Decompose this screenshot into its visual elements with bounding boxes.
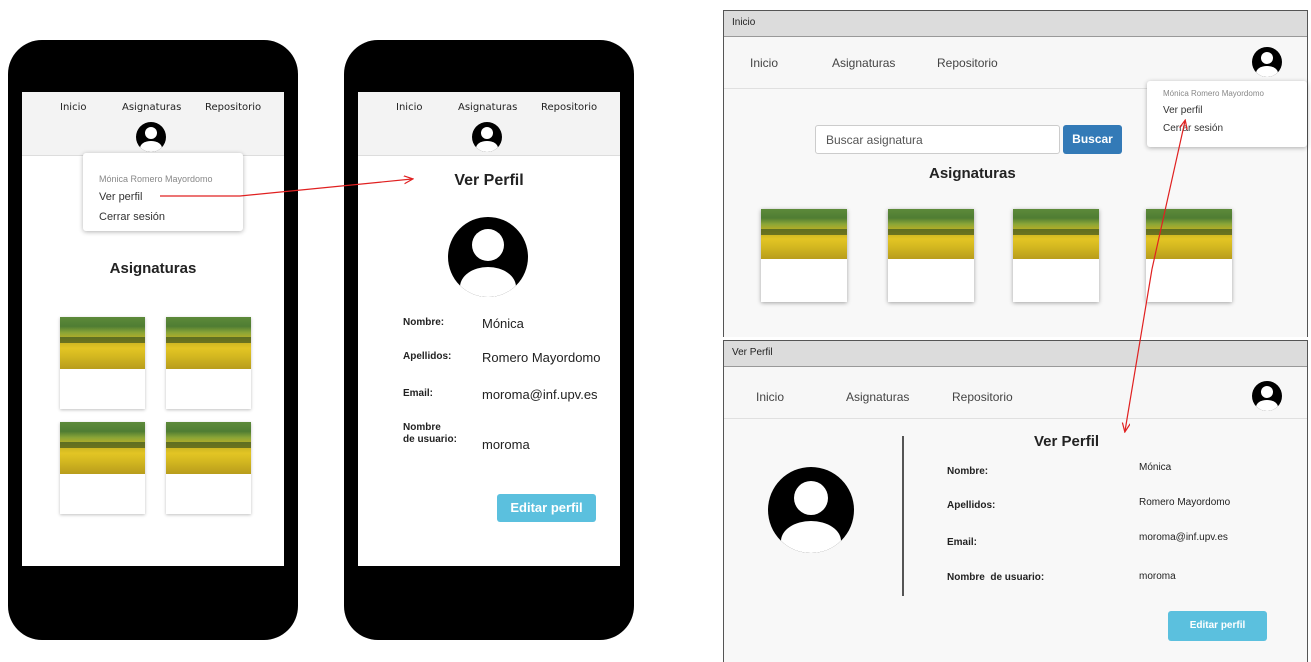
dropdown-cerrar-sesion[interactable]: Cerrar sesión	[1163, 123, 1223, 134]
subject-image	[166, 317, 251, 369]
user-dropdown: Mónica Romero Mayordomo Ver perfil Cerra…	[83, 153, 243, 231]
vertical-divider	[902, 436, 904, 596]
nav-inicio[interactable]: Inicio	[396, 102, 422, 113]
subject-image	[888, 209, 974, 259]
nav-asignaturas[interactable]: Asignaturas	[458, 102, 517, 113]
phone-right-screen: Inicio Asignaturas Repositorio Ver Perfi…	[358, 92, 620, 566]
nav-repositorio[interactable]: Repositorio	[952, 390, 1013, 404]
profile-avatar-icon	[448, 217, 528, 297]
dropdown-user-name: Mónica Romero Mayordomo	[99, 174, 213, 184]
subject-image	[60, 422, 145, 474]
phone-right-navbar: Inicio Asignaturas Repositorio	[358, 92, 620, 156]
desktop-perfil-navbar: Inicio Asignaturas Repositorio	[724, 367, 1307, 419]
subject-card[interactable]	[166, 422, 251, 514]
nav-asignaturas[interactable]: Asignaturas	[832, 56, 895, 70]
search-placeholder: Buscar asignatura	[826, 133, 923, 147]
field-value-nombre: Mónica	[482, 316, 524, 331]
window-title: Inicio	[724, 11, 1307, 37]
subject-image	[60, 317, 145, 369]
nav-inicio[interactable]: Inicio	[60, 102, 86, 113]
profile-avatar-icon	[768, 467, 854, 553]
field-label-usuario: Nombre de usuario:	[947, 572, 1045, 583]
subject-card[interactable]	[1146, 209, 1232, 302]
subject-card[interactable]	[60, 422, 145, 514]
field-value-apellidos: Romero Mayordomo	[1139, 497, 1231, 508]
desktop-inicio-window: Inicio Inicio Asignaturas Repositorio Bu…	[723, 10, 1308, 337]
nav-repositorio[interactable]: Repositorio	[541, 102, 597, 113]
field-value-usuario: moroma	[1139, 571, 1176, 582]
phone-left-screen: Inicio Asignaturas Repositorio Mónica Ro…	[22, 92, 284, 566]
field-label-usuario-line1: Nombre	[403, 422, 441, 433]
field-label-email: Email:	[947, 537, 978, 548]
nav-repositorio[interactable]: Repositorio	[937, 56, 998, 70]
section-title: Asignaturas	[109, 260, 197, 277]
field-label-nombre: Nombre:	[947, 466, 989, 477]
subject-image	[761, 209, 847, 259]
window-title: Ver Perfil	[724, 341, 1307, 367]
subject-card[interactable]	[60, 317, 145, 409]
avatar-icon[interactable]	[1252, 381, 1282, 411]
subject-image	[1013, 209, 1099, 259]
desktop-perfil-body: Ver Perfil Nombre: Mónica Apellidos: Rom…	[724, 419, 1307, 662]
search-input[interactable]: Buscar asignatura	[815, 125, 1060, 154]
edit-profile-button[interactable]: Editar perfil	[1168, 611, 1267, 641]
subject-image	[1146, 209, 1232, 259]
page-title: Ver Perfil	[1034, 433, 1100, 450]
avatar-icon[interactable]	[1252, 47, 1282, 77]
page-title: Ver Perfil	[454, 172, 524, 189]
nav-repositorio[interactable]: Repositorio	[205, 102, 261, 113]
avatar-icon[interactable]	[136, 122, 166, 152]
search-button[interactable]: Buscar	[1063, 125, 1122, 154]
field-value-apellidos: Romero Mayordomo	[482, 350, 601, 365]
field-label-apellidos: Apellidos:	[947, 500, 996, 511]
subject-image	[166, 422, 251, 474]
field-value-nombre: Mónica	[1139, 462, 1172, 473]
edit-profile-button[interactable]: Editar perfil	[497, 494, 596, 522]
dropdown-cerrar-sesion[interactable]: Cerrar sesión	[99, 211, 165, 223]
nav-asignaturas[interactable]: Asignaturas	[122, 102, 181, 113]
user-dropdown: Mónica Romero Mayordomo Ver perfil Cerra…	[1147, 81, 1307, 147]
field-value-usuario: moroma	[482, 437, 530, 452]
dropdown-user-name: Mónica Romero Mayordomo	[1163, 89, 1264, 98]
nav-inicio[interactable]: Inicio	[750, 56, 778, 70]
field-label-usuario-line2: de usuario:	[403, 434, 457, 445]
dropdown-ver-perfil[interactable]: Ver perfil	[99, 191, 142, 203]
avatar-icon[interactable]	[472, 122, 502, 152]
phone-left-frame: Inicio Asignaturas Repositorio Mónica Ro…	[8, 40, 298, 640]
phone-right-frame: Inicio Asignaturas Repositorio Ver Perfi…	[344, 40, 634, 640]
section-title: Asignaturas	[929, 165, 1016, 182]
dropdown-ver-perfil[interactable]: Ver perfil	[1163, 105, 1202, 116]
subject-card[interactable]	[1013, 209, 1099, 302]
field-value-email: moroma@inf.upv.es	[1139, 532, 1228, 543]
subject-card[interactable]	[166, 317, 251, 409]
field-label-nombre: Nombre:	[403, 317, 445, 328]
desktop-perfil-window: Ver Perfil Inicio Asignaturas Repositori…	[723, 340, 1308, 662]
phone-left-navbar: Inicio Asignaturas Repositorio	[22, 92, 284, 156]
subject-card[interactable]	[761, 209, 847, 302]
field-label-email: Email:	[403, 388, 434, 399]
field-label-apellidos: Apellidos:	[403, 351, 452, 362]
field-value-email: moroma@inf.upv.es	[482, 387, 598, 402]
nav-inicio[interactable]: Inicio	[756, 390, 784, 404]
nav-asignaturas[interactable]: Asignaturas	[846, 390, 909, 404]
subject-card[interactable]	[888, 209, 974, 302]
